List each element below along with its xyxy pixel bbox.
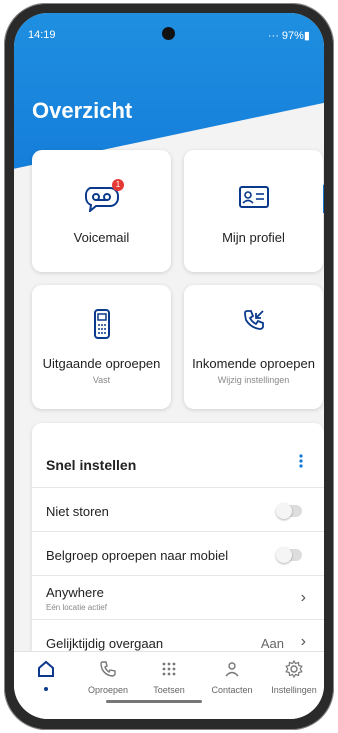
nav-label: Contacten — [211, 685, 253, 695]
incoming-calls-card[interactable]: Inkomende oproepen Wijzig instellingen — [184, 285, 323, 409]
outgoing-calls-card[interactable]: Uitgaande oproepen Vast — [32, 285, 171, 409]
chevron-right-icon: › — [300, 633, 306, 650]
active-indicator — [44, 687, 48, 691]
nav-label: Instellingen — [271, 685, 317, 695]
profile-label: Mijn profiel — [222, 230, 285, 245]
setting-label: Niet storen — [46, 504, 109, 519]
setting-label: Belgroep oproepen naar mobiel — [46, 548, 229, 563]
setting-row-anywhere[interactable]: Anywhere Eén locatie actief › — [32, 575, 324, 620]
profile-card[interactable]: Mijn profiel — [184, 150, 323, 272]
nav-label: Toetsen — [153, 685, 185, 695]
incoming-call-icon — [243, 309, 265, 331]
page-title: Overzicht — [32, 98, 133, 123]
outgoing-calls-sub: Vast — [92, 375, 111, 385]
gear-icon — [285, 659, 303, 679]
nav-item-home[interactable] — [16, 660, 76, 691]
setting-row-niet-storen[interactable]: Niet storen — [32, 487, 324, 532]
quick-settings-title: Snel instellen — [46, 457, 137, 473]
setting-label: Gelijktijdig overgaan — [46, 636, 164, 651]
setting-value: Aan — [260, 636, 284, 651]
home-indicator[interactable] — [106, 700, 202, 703]
setting-sub: Eén locatie actief — [46, 603, 107, 612]
outgoing-calls-label: Uitgaande oproepen — [42, 356, 161, 371]
setting-label: Anywhere — [46, 585, 104, 600]
setting-row-belgroep[interactable]: Belgroep oproepen naar mobiel — [32, 531, 324, 576]
quick-settings-panel: Snel instellen Niet storen Belgroep opro… — [32, 423, 324, 671]
voicemail-label: Voicemail — [73, 230, 130, 245]
phone-icon — [100, 661, 116, 677]
person-icon — [225, 662, 239, 677]
status-bar: 14:19 ··· 97%▮ — [28, 29, 310, 45]
nav-item-toetsen[interactable]: Toetsen — [139, 660, 199, 695]
voicemail-card[interactable]: 1 Voicemail — [32, 150, 171, 272]
nav-item-instellingen[interactable]: Instellingen — [264, 659, 324, 695]
voicemail-badge: 1 — [112, 179, 124, 191]
keypad-icon — [162, 662, 176, 676]
id-card-icon — [238, 186, 269, 208]
belgroep-toggle[interactable] — [276, 547, 302, 563]
desk-phone-icon — [93, 309, 111, 339]
more-options-icon[interactable] — [298, 453, 304, 469]
nav-label: Oproepen — [87, 685, 129, 695]
nav-item-oproepen[interactable]: Oproepen — [78, 660, 138, 695]
chevron-right-icon: › — [300, 589, 306, 606]
status-time: 14:19 — [28, 29, 56, 41]
bottom-nav: Oproepen Toetsen Contacten Instellingen — [14, 651, 324, 719]
incoming-calls-label: Inkomende oproepen — [192, 356, 315, 371]
phone-frame: 14:19 ··· 97%▮ Overzicht 1 Voicemail Mij… — [4, 3, 334, 730]
incoming-calls-sub: Wijzig instellingen — [217, 375, 290, 385]
screen: 14:19 ··· 97%▮ Overzicht 1 Voicemail Mij… — [14, 13, 324, 719]
niet-storen-toggle[interactable] — [276, 503, 302, 519]
nav-item-contacten[interactable]: Contacten — [202, 660, 262, 695]
status-indicators: ··· 97%▮ — [267, 30, 310, 42]
home-icon — [38, 660, 54, 677]
